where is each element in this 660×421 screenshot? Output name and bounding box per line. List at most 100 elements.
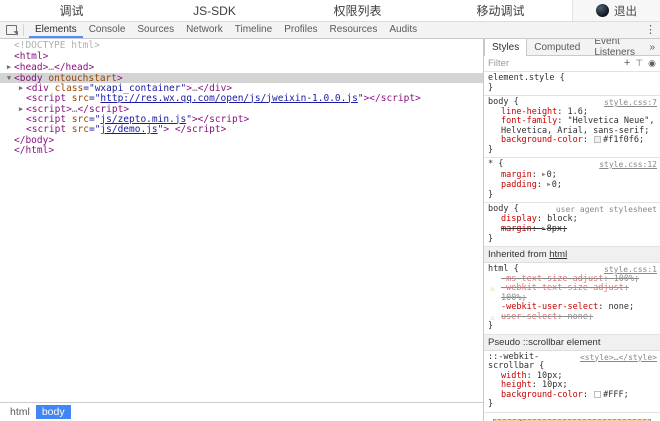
syntax-punctuation: </ [175,124,186,135]
styles-filter-input[interactable] [488,58,619,69]
tree-line[interactable]: </html> [0,146,483,157]
resource-link[interactable]: js/zepto.min.js [100,114,186,125]
tag-name: script [186,124,220,135]
styles-sidebar: StylesComputedEvent Listeners» + ⊤ ◉ ele… [484,39,660,421]
elements-panel: <!DOCTYPE html><html>▶<head>…</head>▼<bo… [0,39,484,421]
style-property[interactable]: margin: ▶8px; [488,224,657,235]
devtools-tab-resources[interactable]: Resources [324,22,384,38]
sidebar-tab-styles[interactable]: Styles [484,39,527,56]
site-nav-tab-1[interactable]: JS-SDK [143,0,286,21]
site-nav-tab-3[interactable]: 移动调试 [429,0,572,21]
resource-link[interactable]: http://res.wx.qq.com/open/js/jweixin-1.0… [100,93,357,104]
expand-shorthand-icon[interactable]: ▶ [542,171,546,178]
style-rules: element.style {}style.css:7body {line-he… [484,72,660,413]
syntax-punctuation: > [48,145,54,156]
site-nav-tab-2[interactable]: 权限列表 [286,0,429,21]
style-rule: style.css:12 * {margin: ▶0;padding: ▶0;} [484,158,660,203]
tree-line[interactable]: <!DOCTYPE html> [0,41,483,52]
pin-icon[interactable]: ⊤ [635,59,643,68]
devtools-tab-console[interactable]: Console [83,22,132,38]
rule-selector[interactable]: element.style { [488,74,657,84]
rule-close-brace: } [488,84,657,94]
property-name: font-family [501,116,557,126]
rule-source-link[interactable]: style.css:12 [599,160,657,170]
sidebar-tab-computed[interactable]: Computed [527,39,587,55]
selector-text: ::-webkit-scrollbar { [488,352,544,372]
resource-link[interactable]: js/demo.js [100,124,157,135]
attribute-quote: =" [89,114,100,125]
user-box[interactable]: 退出 [572,0,660,21]
new-style-rule-icon[interactable]: + [624,58,630,69]
syntax-punctuation: ></ [364,93,381,104]
expand-shorthand-icon[interactable]: ▶ [542,225,546,232]
styles-section-header: Inherited from html [484,247,660,263]
style-property[interactable]: ⚠-webkit-text-size-adjust: 100%; [488,284,657,303]
devtools-tab-sources[interactable]: Sources [131,22,180,38]
selector-text: body { [488,204,519,214]
tag-name: head [20,62,43,73]
toggle-element-state-icon[interactable]: ◉ [648,59,656,68]
devtools-menu-icon[interactable]: ⋮ [645,23,656,36]
syntax-punctuation: </ [14,135,25,146]
expand-arrow-icon[interactable]: ▼ [4,73,14,84]
property-name: background-color [501,135,583,145]
expand-shorthand-icon[interactable]: ▶ [547,181,551,188]
inspect-element-icon[interactable] [6,25,17,35]
rule-close-brace: } [488,400,657,410]
style-property[interactable]: margin: ▶0; [488,170,657,181]
property-name: width [501,371,527,381]
syntax-punctuation: > [117,73,123,84]
property-name: -webkit-text-size-adjust [501,283,624,293]
more-tabs-icon[interactable]: » [644,39,660,55]
devtools-tab-elements[interactable]: Elements [29,22,83,38]
rule-close-brace: } [488,191,657,201]
property-value: 10px; [542,380,568,390]
style-rule: style.css:7body {line-height: 1.6;font-f… [484,96,660,158]
warning-icon: ⚠ [490,313,495,323]
warning-icon: ⚠ [490,284,495,294]
breadcrumb-html[interactable]: html [4,405,36,419]
collapse-arrow-icon[interactable]: ▶ [16,104,26,115]
devtools-main: <!DOCTYPE html><html>▶<head>…</head>▼<bo… [0,39,660,421]
tree-line[interactable]: <script src="http://res.wx.qq.com/open/j… [0,94,483,105]
collapse-arrow-icon[interactable]: ▶ [16,83,26,94]
syntax-punctuation: > [221,124,227,135]
property-name: margin [501,170,532,180]
devtools-tab-audits[interactable]: Audits [383,22,423,38]
style-property[interactable]: display: block; [488,215,657,225]
site-nav-tab-0[interactable]: 调试 [0,0,143,21]
property-value: #f1f0f6; [603,135,644,145]
color-swatch[interactable] [594,136,601,143]
inherited-from-link[interactable]: html [549,249,567,260]
tree-line[interactable]: <script src="js/demo.js"> </script> [0,125,483,136]
property-value: none; [568,312,594,322]
tree-line[interactable]: <html> [0,52,483,63]
devtools-tab-network[interactable]: Network [180,22,229,38]
tree-line[interactable]: ▼<body ontouchstart> [0,73,483,84]
sidebar-tab-event-listeners[interactable]: Event Listeners [587,39,644,55]
property-value: 1.6; [568,107,588,117]
devtools-tab-profiles[interactable]: Profiles [278,22,323,38]
selector-text: * { [488,159,503,169]
rule-close-brace: } [488,146,657,156]
rule-source-link[interactable]: <style>…</style> [580,353,657,363]
breadcrumb-body[interactable]: body [36,405,71,419]
user-avatar [596,4,609,17]
tree-line[interactable]: </body> [0,136,483,147]
tree-line[interactable]: ▶<head>…</head> [0,62,483,73]
dom-tree: <!DOCTYPE html><html>▶<head>…</head>▼<bo… [0,39,483,402]
logout-button[interactable]: 退出 [614,3,637,19]
devtools-tab-timeline[interactable]: Timeline [229,22,278,38]
style-property[interactable]: font-family: "Helvetica Neue", Helvetica… [488,117,657,136]
style-property[interactable]: background-color: #f1f0f6; [488,136,657,146]
color-swatch[interactable] [594,391,601,398]
style-property[interactable]: background-color: #FFF; [488,391,657,401]
collapse-arrow-icon[interactable]: ▶ [4,62,14,73]
style-property[interactable]: padding: ▶0; [488,180,657,191]
style-property[interactable]: ⚠user-select: none; [488,313,657,323]
tag-name: body [25,135,48,146]
property-value: 0; [547,170,557,180]
syntax-punctuation: </ [14,145,25,156]
rule-source-link[interactable]: style.css:7 [604,98,657,108]
site-top-nav: 调试JS-SDK权限列表移动调试 退出 [0,0,660,22]
